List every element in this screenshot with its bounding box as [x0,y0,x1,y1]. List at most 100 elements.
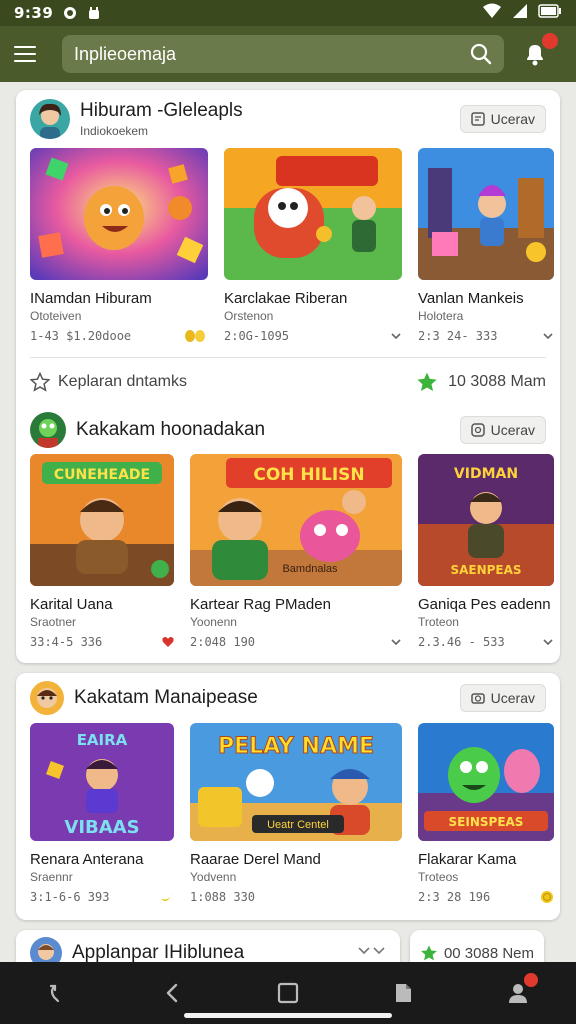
game-title: Vanlan Mankeis [418,290,524,307]
section-title: Kakatam Manaipease [74,687,258,708]
section-footer: Keplaran dntamks 10 3088 Mam [30,358,546,406]
coin-icon [184,329,208,343]
section-title: Applanpar IHiblunea [72,942,245,962]
game-thumbnail [30,148,208,280]
section-title: Hiburam -Gleleapls [80,100,243,121]
banner-text: SEINSPEAS [449,815,524,829]
profile-badge [524,973,539,987]
game-title: Karclakae Riberan [224,290,348,307]
search-icon[interactable] [470,43,492,65]
app-bar [0,26,576,82]
game-subtitle: Yodvenn [190,870,237,884]
section-header: Kakatam Manaipease Ucerav [30,673,546,723]
game-subtitle: Sraennr [30,870,73,884]
star-icon [421,945,437,961]
chevron-down-icon[interactable] [356,944,386,963]
game-meta: 2:0G-1095 [224,329,290,343]
view-icon [470,112,485,126]
game-title: Kartear Rag PMaden [190,596,331,613]
game-card[interactable]: EAIRA VIBAAS Renara Anterana Sraennr 3:1… [30,723,174,904]
view-button[interactable]: Ucerav [459,105,546,133]
banner-text-2: VIBAAS [64,817,139,838]
section-card: Kakatam Manaipease Ucerav EAIRA VIBAAS R… [16,673,560,920]
rotate-button[interactable] [38,973,78,1013]
camera-icon [470,693,485,704]
game-title: Raarae Derel Mand [190,851,321,868]
game-meta: 3:1-6-6 393 [30,890,110,904]
game-title: Karital Uana [30,596,113,613]
svg-text:Bamdnalas: Bamdnalas [282,563,338,575]
game-title: Ganiqa Pes eadenn [418,596,551,613]
game-thumbnail [418,148,554,280]
banner-text: COH HILISN [253,465,364,485]
game-meta: 2:048 190 [190,635,256,649]
game-meta: 2:3 24- 333 [418,329,498,343]
section-card[interactable]: Applanpar IHiblunea [16,930,400,962]
section-card: Hiburam -Gleleapls Indiokoekem Ucerav IN… [16,90,560,663]
star-outline-icon[interactable] [30,372,50,392]
game-card[interactable]: Karclakae Riberan Orstenon 2:0G-1095 [224,148,402,343]
banner-text-2: SAENPEAS [450,563,521,577]
game-thumbnail: COH HILISN Bamdnalas [190,454,402,586]
game-card[interactable]: Vanlan Mankeis Holotera 2:3 24- 333 [418,148,554,343]
view-button[interactable]: Ucerav [459,684,546,712]
banana-icon [160,891,174,903]
back-button[interactable] [153,973,193,1013]
avatar [30,412,66,448]
section-subtitle: Indiokoekem [80,124,149,138]
game-title: Renara Anterana [30,851,144,868]
section-header: Hiburam -Gleleapls Indiokoekem Ucerav [30,90,546,148]
search-input[interactable] [74,43,470,65]
recents-button[interactable] [383,973,423,1013]
status-time: 9:39 [14,4,54,22]
chevron-down-icon[interactable] [390,331,402,341]
view-button[interactable]: Ucerav [459,416,546,444]
android-icon [87,6,101,20]
stats-card: 00 3088 Nem [410,930,544,962]
banner-text: EAIRA [77,731,128,749]
game-meta: 1-43 $1.20dooe [30,329,132,343]
game-card[interactable]: CUNEHEADE Karital Uana Sraotner 33:4-5 3… [30,454,174,649]
notification-button[interactable] [520,33,558,69]
signal-icon [512,3,528,23]
menu-button[interactable] [14,40,42,68]
game-thumbnail: CUNEHEADE [30,454,174,586]
search-bar[interactable] [62,35,504,73]
heart-icon[interactable] [162,636,174,648]
chevron-down-icon[interactable] [390,637,402,647]
footer-left-text[interactable]: Keplaran dntamks [58,373,187,391]
star-icon [417,372,437,392]
home-square-icon [277,982,299,1004]
wifi-icon [482,3,502,23]
notification-badge [542,33,558,49]
game-meta: 1:088 330 [190,890,256,904]
section-header: Kakakam hoonadakan Ucerav [30,406,546,454]
battery-icon [538,4,562,22]
stats-text: 00 3088 Nem [443,944,534,962]
rotate-icon [49,984,59,1003]
avatar [30,937,62,962]
chevron-down-icon[interactable] [542,331,554,341]
game-card[interactable]: SEINSPEAS Flakarar Kama Troteos 2:3 28 1… [418,723,554,904]
game-subtitle: Orstenon [224,309,274,323]
home-button[interactable] [268,973,308,1013]
game-card[interactable]: VIDMAN SAENPEAS Ganiqa Pes eadenn Troteo… [418,454,554,649]
game-card[interactable]: COH HILISN Bamdnalas Kartear Rag PMaden … [190,454,402,649]
content-feed[interactable]: Hiburam -Gleleapls Indiokoekem Ucerav IN… [0,82,576,962]
game-meta: 2:3 28 196 [418,890,491,904]
chevron-down-icon[interactable] [542,637,554,647]
game-title: Flakarar Kama [418,851,517,868]
footer-right-text: 10 3088 Mam [448,373,546,390]
game-card[interactable]: INamdan Hiburam Ototeiven 1-43 $1.20dooe [30,148,208,343]
profile-button[interactable] [498,973,539,1013]
game-thumbnail: EAIRA VIBAAS [30,723,174,841]
game-subtitle: Troteos [418,870,459,884]
banner-text: CUNEHEADE [54,467,150,483]
banner-text: VIDMAN [454,466,518,482]
banner-text-2: Ueatr Centel [267,819,329,831]
home-gesture-bar[interactable] [184,1013,392,1018]
game-thumbnail: VIDMAN SAENPEAS [418,454,554,586]
game-subtitle: Troteon [418,615,459,629]
game-card[interactable]: PELAY NAME Ueatr Centel Raarae Derel Man… [190,723,402,904]
game-subtitle: Ototeiven [30,309,82,323]
